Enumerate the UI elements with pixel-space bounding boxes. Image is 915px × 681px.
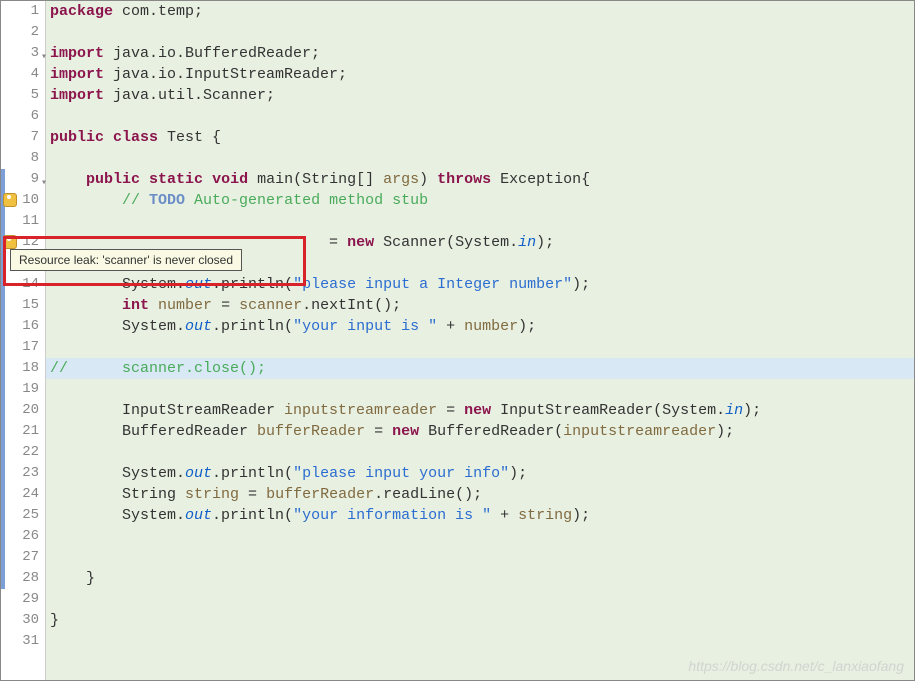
code-line[interactable]: // scanner.close(); <box>46 358 914 379</box>
line-number: 23 <box>1 463 45 484</box>
code-line[interactable]: import java.io.BufferedReader; <box>46 43 914 64</box>
code-line[interactable]: // TODO Auto-generated method stub <box>46 190 914 211</box>
code-line[interactable] <box>46 442 914 463</box>
line-number: 15 <box>1 295 45 316</box>
line-number: 14 <box>1 274 45 295</box>
line-number: 2 <box>1 22 45 43</box>
code-line[interactable]: package com.temp; <box>46 1 914 22</box>
code-line[interactable] <box>46 106 914 127</box>
line-number-gutter: 123▾456789▾10111213141516171819202122232… <box>1 1 46 680</box>
warning-icon[interactable] <box>3 193 17 207</box>
code-line[interactable] <box>46 22 914 43</box>
line-number: 21 <box>1 421 45 442</box>
line-number: 8 <box>1 148 45 169</box>
code-line[interactable]: String string = bufferReader.readLine(); <box>46 484 914 505</box>
code-line[interactable]: } <box>46 568 914 589</box>
code-line[interactable] <box>46 589 914 610</box>
line-number: 7 <box>1 127 45 148</box>
code-line[interactable] <box>46 337 914 358</box>
code-line[interactable] <box>46 547 914 568</box>
line-number: 28 <box>1 568 45 589</box>
line-number: 29 <box>1 589 45 610</box>
line-number: 24 <box>1 484 45 505</box>
line-number: 18 <box>1 358 45 379</box>
line-number: 16 <box>1 316 45 337</box>
code-line[interactable]: System.out.println("your input is " + nu… <box>46 316 914 337</box>
line-number: 6 <box>1 106 45 127</box>
code-line[interactable]: InputStreamReader inputstreamreader = ne… <box>46 400 914 421</box>
code-line[interactable]: System.out.println("please input your in… <box>46 463 914 484</box>
code-line[interactable]: System.out.println("please input a Integ… <box>46 274 914 295</box>
code-editor-area[interactable]: package com.temp; import java.io.Buffered… <box>46 1 914 680</box>
line-number: 5 <box>1 85 45 106</box>
code-line[interactable] <box>46 148 914 169</box>
line-number: 3▾ <box>1 43 45 64</box>
line-number: 20 <box>1 400 45 421</box>
code-line[interactable] <box>46 211 914 232</box>
code-line[interactable] <box>46 526 914 547</box>
line-number: 11 <box>1 211 45 232</box>
line-number: 27 <box>1 547 45 568</box>
line-number: 17 <box>1 337 45 358</box>
code-line[interactable] <box>46 379 914 400</box>
watermark: https://blog.csdn.net/c_lanxiaofang <box>688 658 904 674</box>
line-number: 31 <box>1 631 45 652</box>
line-number: 30 <box>1 610 45 631</box>
line-number: 19 <box>1 379 45 400</box>
warning-icon[interactable] <box>3 235 17 249</box>
line-number: 4 <box>1 64 45 85</box>
line-number: 26 <box>1 526 45 547</box>
warning-tooltip: Resource leak: 'scanner' is never closed <box>10 249 242 271</box>
code-line[interactable]: import java.io.InputStreamReader; <box>46 64 914 85</box>
line-number: 1 <box>1 1 45 22</box>
code-line[interactable]: } <box>46 610 914 631</box>
line-number: 22 <box>1 442 45 463</box>
line-number: 25 <box>1 505 45 526</box>
code-line[interactable]: public class Test { <box>46 127 914 148</box>
line-number: 10 <box>1 190 45 211</box>
line-number: 9▾ <box>1 169 45 190</box>
code-line[interactable]: public static void main(String[] args) t… <box>46 169 914 190</box>
code-line[interactable]: System.out.println("your information is … <box>46 505 914 526</box>
code-line[interactable]: BufferedReader bufferReader = new Buffer… <box>46 421 914 442</box>
code-line[interactable] <box>46 631 914 652</box>
code-line[interactable]: int number = scanner.nextInt(); <box>46 295 914 316</box>
code-line[interactable]: import java.util.Scanner; <box>46 85 914 106</box>
